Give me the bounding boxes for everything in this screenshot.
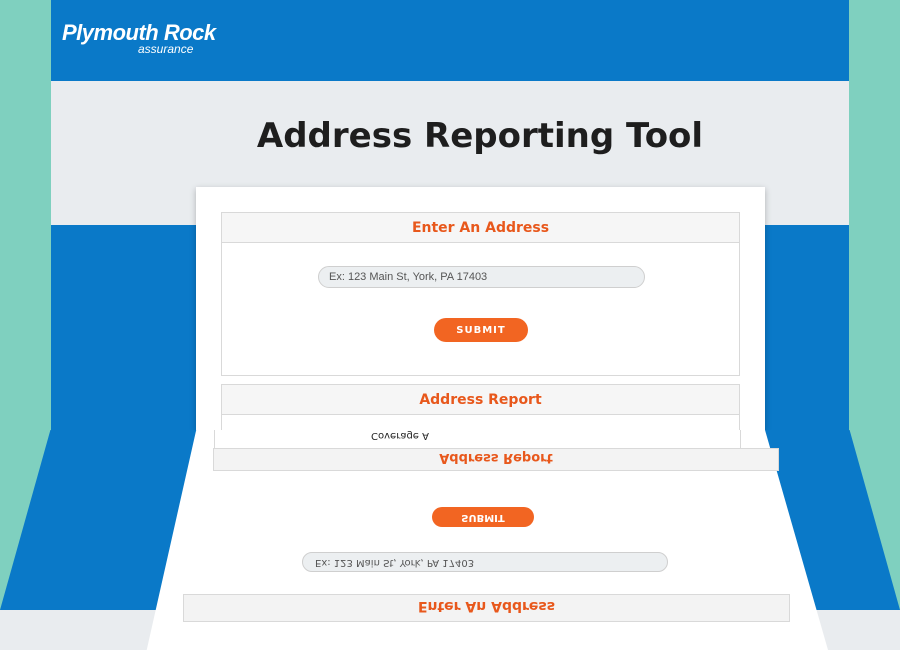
enter-address-panel: Enter An Address SUBMIT <box>221 212 740 376</box>
submit-button[interactable]: SUBMIT <box>434 318 528 342</box>
reflection-edge-left <box>214 430 215 450</box>
reflection-submit-button: SUBMIT <box>432 507 534 527</box>
address-report-heading: Address Report <box>222 385 739 415</box>
page-title: Address Reporting Tool <box>256 116 704 156</box>
reflection-address-input: Ex: 123 Main St, York, PA 17403 <box>302 552 668 572</box>
reflection-enter-heading: Enter An Address <box>417 598 556 614</box>
reflection-coverage-label: Coverage A <box>371 430 429 441</box>
brand-name: Plymouth Rock <box>62 20 216 45</box>
main-card: Enter An Address SUBMIT Address Report <box>196 187 765 430</box>
reflection-edge-right <box>740 430 741 450</box>
address-input[interactable] <box>318 266 645 288</box>
brand-logo[interactable]: Plymouth Rock assurance <box>62 20 216 56</box>
address-report-panel: Address Report <box>221 384 740 430</box>
enter-address-heading: Enter An Address <box>222 213 739 243</box>
reflection-report-heading: Address Report <box>439 450 553 465</box>
card-reflection: Coverage A Address Report SUBMIT Ex: 123… <box>0 430 900 650</box>
